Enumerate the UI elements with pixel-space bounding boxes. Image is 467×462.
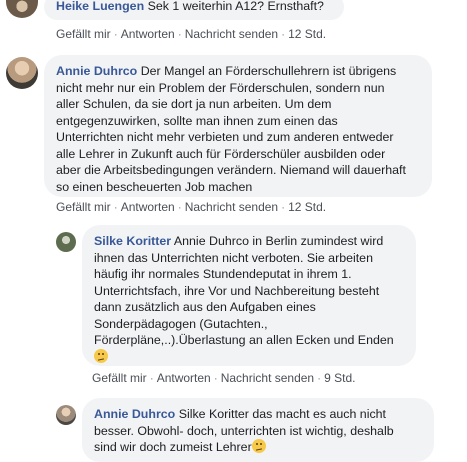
comment-text: Förderpläne,..).Überlastung an allen Eck…	[94, 333, 394, 347]
like-link[interactable]: Gefällt mir	[92, 371, 147, 385]
comment-bubble: Silke Koritter Annie Duhrco in Berlin zu…	[82, 225, 416, 366]
comment-line-1: Annie Duhrco Der Mangel an Förderschulle…	[56, 63, 422, 80]
confused-face-icon	[251, 439, 266, 453]
separator: ·	[213, 371, 218, 385]
comment-text: Silke Koritter das macht es auch nicht	[178, 407, 386, 421]
comment-line-3: sind wir doch zumeist Lehrer	[94, 439, 424, 456]
comment-actions: Gefällt mir · Antworten · Nachricht senden · 1…	[56, 27, 326, 41]
comment-text: häufig ihr normales Stundendeputat in ih…	[94, 267, 352, 281]
confused-face-icon	[94, 348, 108, 363]
avatar[interactable]	[6, 0, 38, 18]
comment-text: aller Schulen, da sie dort ja nun arbeit…	[56, 97, 332, 111]
comment-text: nicht mehr nur ein Problem der Fördersch…	[56, 80, 385, 95]
send-message-link[interactable]: Nachricht senden	[221, 371, 314, 385]
comment-text: aber die Arbeitsbedingungen verändern. N…	[56, 163, 406, 177]
reply-link[interactable]: Antworten	[157, 371, 211, 385]
comment-actions: Gefällt mir · Antworten · Nachricht senden · 9…	[92, 371, 355, 385]
comment-bubble: Annie Duhrco Der Mangel an Förderschulle…	[44, 55, 432, 197]
send-message-link[interactable]: Nachricht senden	[185, 27, 278, 41]
comment-line-1: Annie Duhrco Silke Koritter das macht es…	[94, 406, 424, 423]
comment-text: Sonderpädagogen (Gutachten.,	[94, 316, 268, 331]
separator: ·	[113, 27, 118, 41]
comment-text: alle Lehrer in Zukunft auch für Fördersc…	[56, 146, 386, 161]
reply-link[interactable]: Antworten	[121, 27, 175, 41]
separator: ·	[281, 200, 286, 214]
separator: ·	[281, 27, 286, 41]
comment-text: dann zusätzlich aus den Aufgaben eines	[94, 300, 316, 314]
like-link[interactable]: Gefällt mir	[56, 27, 111, 41]
comment-text: Der Mangel an Förderschullehrern ist übr…	[140, 64, 397, 78]
separator: ·	[177, 27, 182, 41]
like-link[interactable]: Gefällt mir	[56, 200, 111, 214]
comment-actions: Gefällt mir · Antworten · Nachricht senden · 1…	[56, 200, 326, 214]
comment-text: Unterrichtsfach, ihre Vor und Nachbereit…	[94, 283, 380, 298]
comment-text: besser. Obwohl- doch, unterrichten ist w…	[94, 423, 394, 438]
send-message-link[interactable]: Nachricht senden	[185, 200, 278, 214]
comment-text: entgegenzuwirken, sollte man ihnen zum e…	[56, 113, 338, 128]
timestamp[interactable]: 12 Std.	[288, 200, 326, 214]
reply-link[interactable]: Antworten	[121, 200, 175, 214]
separator: ·	[113, 200, 118, 214]
author-name[interactable]: Silke Koritter	[94, 234, 171, 248]
comment-text: Sek 1 weiterhin A12? Ernsthaft?	[147, 0, 324, 13]
timestamp[interactable]: 9 Std.	[324, 371, 355, 385]
comment-text: ihnen das Unterrichten nicht verboten. S…	[94, 250, 373, 265]
comment-bubble: Heike Luengen Sek 1 weiterhin A12? Ernst…	[44, 0, 344, 20]
avatar[interactable]	[56, 405, 76, 425]
author-name[interactable]: Annie Duhrco	[56, 64, 137, 78]
separator: ·	[317, 371, 322, 385]
emoji-line	[94, 348, 406, 366]
comment-text: so einen bescheuerten Job machen	[56, 179, 253, 194]
timestamp[interactable]: 12 Std.	[288, 27, 326, 41]
comment-bubble: Annie Duhrco Silke Koritter das macht es…	[82, 398, 434, 462]
avatar[interactable]	[56, 232, 76, 252]
comment-line-1: Silke Koritter Annie Duhrco in Berlin zu…	[94, 233, 406, 250]
separator: ·	[177, 200, 182, 214]
avatar[interactable]	[6, 57, 38, 89]
author-name[interactable]: Annie Duhrco	[94, 407, 175, 421]
author-name[interactable]: Heike Luengen	[56, 0, 144, 13]
separator: ·	[149, 371, 154, 385]
comment-text: Unterrichten nicht mehr verbieten und zu…	[56, 130, 394, 144]
comment-text: Annie Duhrco in Berlin zumindest wird	[173, 234, 384, 248]
comment-text: sind wir doch zumeist Lehrer	[94, 440, 252, 454]
